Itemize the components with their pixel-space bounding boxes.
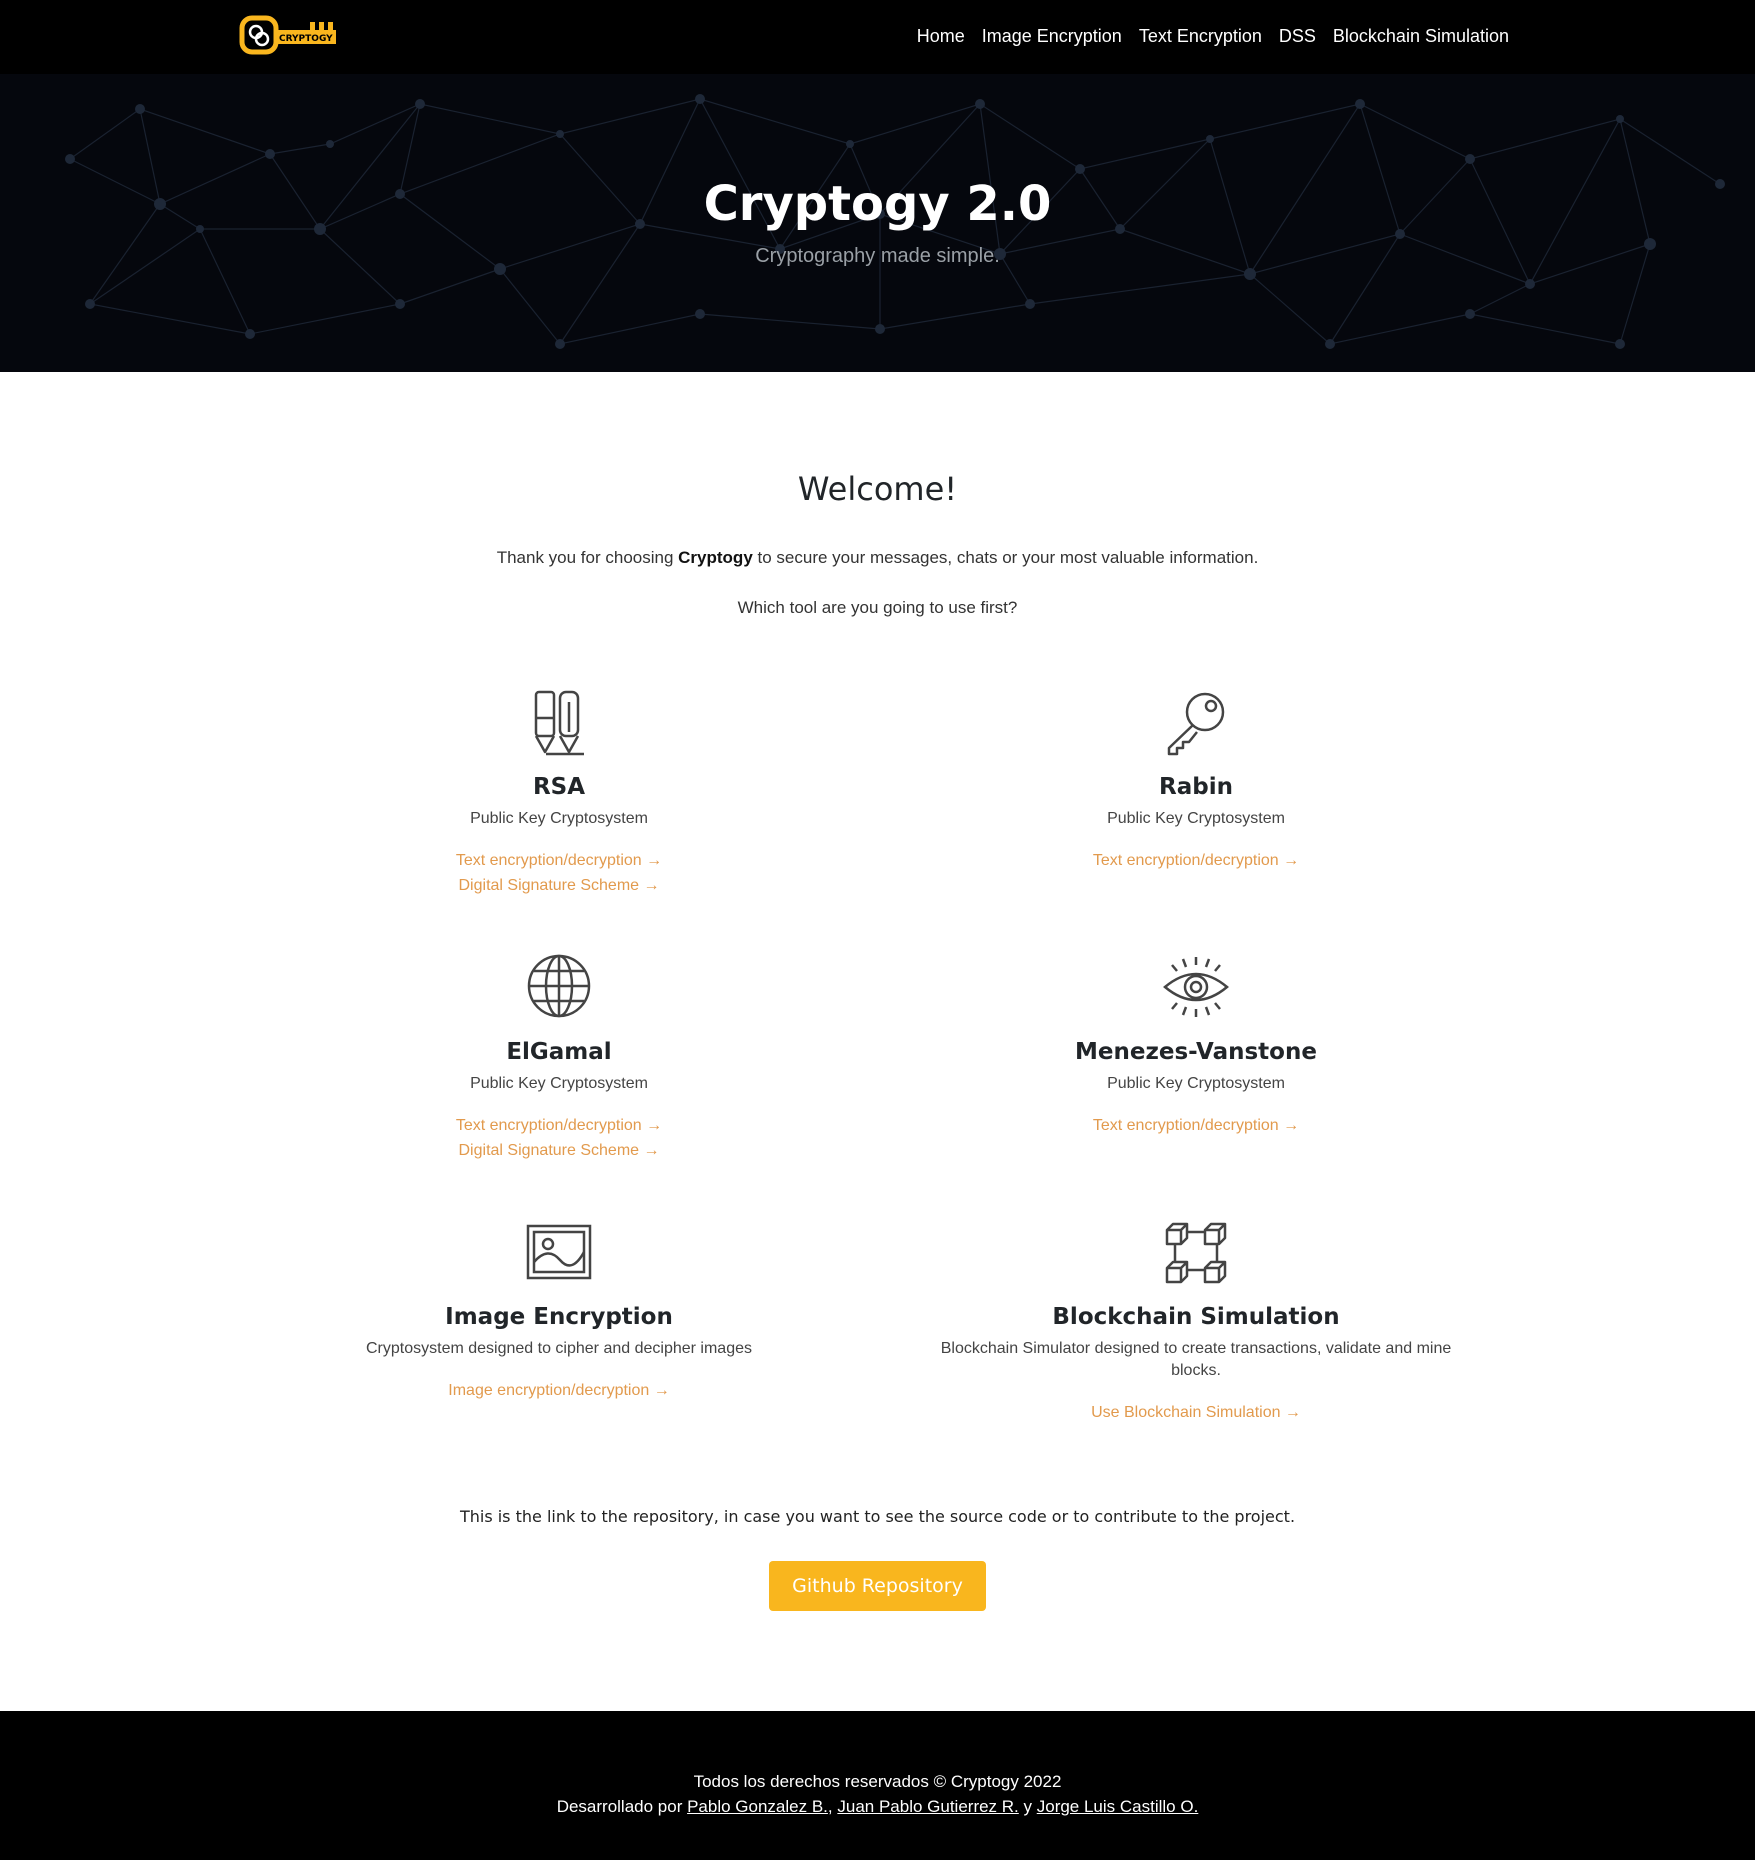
author-link-jorge[interactable]: Jorge Luis Castillo O. xyxy=(1037,1797,1199,1816)
author-link-juan[interactable]: Juan Pablo Gutierrez R. xyxy=(837,1797,1018,1816)
cryptogy-logo[interactable]: CRYPTOGY xyxy=(238,12,338,62)
nav-text-encryption[interactable]: Text Encryption xyxy=(1139,22,1262,50)
welcome-heading: Welcome! xyxy=(797,470,958,508)
card-description: Blockchain Simulator designed to create … xyxy=(940,1340,1452,1379)
card-title: Image Encryption xyxy=(445,1304,673,1330)
credits-prefix: Desarrollado por xyxy=(556,1797,688,1816)
repo-text: This is the link to the repository, in c… xyxy=(459,1507,1296,1526)
main-nav: Home Image Encryption Text Encryption DS… xyxy=(900,22,1509,50)
card-rabin: Rabin Public Key Cryptosystem Text encry… xyxy=(916,688,1476,873)
elgamal-digital-signature-link[interactable]: Digital Signature Scheme → xyxy=(279,1138,839,1163)
nav-image-encryption[interactable]: Image Encryption xyxy=(982,22,1122,50)
blockchain-simulation-link[interactable]: Use Blockchain Simulation → xyxy=(916,1400,1476,1425)
globe-icon xyxy=(527,954,591,1018)
svg-text:CRYPTOGY: CRYPTOGY xyxy=(279,34,333,44)
nav-dss[interactable]: DSS xyxy=(1279,22,1316,50)
hero-title: Cryptogy 2.0 xyxy=(703,176,1052,232)
card-elgamal: ElGamal Public Key Cryptosystem Text enc… xyxy=(279,953,839,1163)
credits-separator: y xyxy=(1018,1797,1037,1816)
card-image-encryption: Image Encryption Cryptosystem designed t… xyxy=(279,1218,839,1403)
card-description: Cryptosystem designed to cipher and deci… xyxy=(366,1340,752,1357)
card-title: Menezes-Vanstone xyxy=(1075,1039,1317,1065)
rsa-digital-signature-link[interactable]: Digital Signature Scheme → xyxy=(279,873,839,898)
hero-banner: Cryptogy 2.0 Cryptography made simple. xyxy=(0,74,1755,372)
card-title: ElGamal xyxy=(506,1039,612,1065)
footer-credits: Desarrollado por Pablo Gonzalez B., Juan… xyxy=(0,1797,1755,1817)
intro-brand: Cryptogy xyxy=(678,548,753,567)
blocks-icon xyxy=(1165,1222,1227,1284)
intro-before: Thank you for choosing xyxy=(496,548,679,567)
card-title: Rabin xyxy=(1159,774,1233,800)
image-encryption-link[interactable]: Image encryption/decryption → xyxy=(279,1378,839,1403)
author-link-pablo[interactable]: Pablo Gonzalez B. xyxy=(687,1797,828,1816)
card-rsa: RSA Public Key Cryptosystem Text encrypt… xyxy=(279,688,839,898)
card-description: Public Key Cryptosystem xyxy=(1107,810,1285,827)
intro-text: Thank you for choosing Cryptogy to secur… xyxy=(0,548,1755,568)
navbar: CRYPTOGY Home Image Encryption Text Encr… xyxy=(0,0,1755,74)
card-blockchain-simulation: Blockchain Simulation Blockchain Simulat… xyxy=(916,1218,1476,1425)
github-repository-button[interactable]: Github Repository xyxy=(769,1561,986,1611)
card-description: Public Key Cryptosystem xyxy=(470,1075,648,1092)
key-icon xyxy=(1167,692,1225,756)
pens-icon xyxy=(534,690,584,756)
card-menezes-vanstone: Menezes-Vanstone Public Key Cryptosystem… xyxy=(916,953,1476,1138)
footer-copyright: Todos los derechos reservados © Cryptogy… xyxy=(693,1772,1062,1791)
card-title: RSA xyxy=(532,774,586,800)
nav-home[interactable]: Home xyxy=(917,22,965,50)
card-description: Public Key Cryptosystem xyxy=(470,810,648,827)
card-description: Public Key Cryptosystem xyxy=(1107,1075,1285,1092)
hero-subtitle: Cryptography made simple. xyxy=(755,245,1000,267)
intro-after: to secure your messages, chats or your m… xyxy=(752,548,1259,567)
question-text: Which tool are you going to use first? xyxy=(737,598,1018,617)
nav-blockchain-simulation[interactable]: Blockchain Simulation xyxy=(1333,22,1509,50)
rabin-text-encryption-link[interactable]: Text encryption/decryption → xyxy=(916,848,1476,873)
footer: Todos los derechos reservados © Cryptogy… xyxy=(0,1711,1755,1860)
eye-icon xyxy=(1163,957,1229,1017)
elgamal-text-encryption-link[interactable]: Text encryption/decryption → xyxy=(279,1113,839,1138)
card-title: Blockchain Simulation xyxy=(1052,1304,1340,1330)
menezes-text-encryption-link[interactable]: Text encryption/decryption → xyxy=(916,1113,1476,1138)
credits-separator: , xyxy=(827,1797,838,1816)
rsa-text-encryption-link[interactable]: Text encryption/decryption → xyxy=(279,848,839,873)
image-icon xyxy=(526,1224,592,1280)
